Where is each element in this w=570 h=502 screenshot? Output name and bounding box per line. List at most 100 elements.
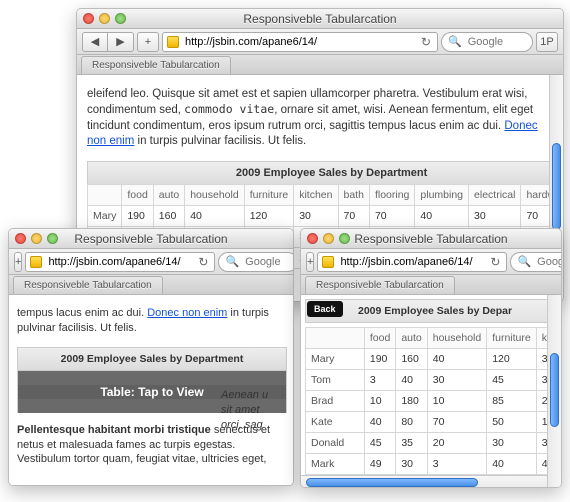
cell: 160: [396, 349, 427, 370]
cell: 30: [427, 370, 486, 391]
add-button[interactable]: +: [137, 32, 159, 52]
vertical-scrollbar[interactable]: [547, 295, 561, 488]
scrollbar-thumb[interactable]: [550, 353, 559, 427]
reload-icon[interactable]: ↻: [196, 255, 210, 269]
table-caption: 2009 Employee Sales by Depar: [305, 299, 561, 323]
cell: 40: [364, 412, 395, 433]
row-header: Brad: [306, 391, 365, 412]
scrollbar-thumb[interactable]: [552, 143, 561, 230]
address-bar[interactable]: ↻: [317, 252, 507, 272]
horizontal-scrollbar[interactable]: [301, 475, 547, 488]
toolbar: + ↻ 🔍 »: [301, 249, 561, 275]
address-bar[interactable]: ↻: [25, 252, 215, 272]
url-input[interactable]: [183, 35, 415, 49]
row-header: Mary: [306, 349, 365, 370]
cell: 30: [487, 433, 537, 454]
lorem-paragraph: tempus lacus enim ac dui. Donec non enim…: [17, 306, 287, 336]
cell: 35: [396, 433, 427, 454]
back-button[interactable]: Back: [307, 301, 343, 317]
close-icon[interactable]: [307, 233, 318, 244]
col-header: household: [427, 328, 486, 349]
search-box[interactable]: 🔍: [441, 32, 533, 52]
titlebar[interactable]: Responsiveble Tabularcation: [77, 9, 563, 29]
row-header: Donald: [306, 433, 365, 454]
row-header: Mary: [88, 206, 122, 227]
favicon-icon: [322, 256, 334, 268]
url-input[interactable]: [46, 255, 192, 269]
cell: 160: [153, 206, 184, 227]
browser-window-narrow: Responsiveble Tabularcation + ↻ 🔍 » Resp…: [8, 228, 294, 486]
titlebar[interactable]: Responsiveble Tabularcation: [9, 229, 293, 249]
employee-table-full: foodautohouseholdfurniturekitchenbathflo…: [305, 327, 561, 488]
onepassword-button[interactable]: 1P: [536, 32, 558, 52]
search-box[interactable]: 🔍: [510, 252, 562, 272]
back-button[interactable]: ◀: [82, 32, 108, 52]
traffic-lights: [83, 13, 126, 24]
cell: 120: [487, 349, 537, 370]
add-button[interactable]: +: [14, 252, 22, 272]
search-input[interactable]: [535, 255, 562, 269]
address-bar[interactable]: ↻: [162, 32, 438, 52]
row-header: Kate: [306, 412, 365, 433]
table-row: Mark4930340403070: [306, 454, 562, 475]
cell: 30: [294, 206, 338, 227]
cell: 45: [487, 370, 537, 391]
cell: 10: [427, 391, 486, 412]
browser-window-table: Responsiveble Tabularcation + ↻ 🔍 » Resp…: [300, 228, 562, 488]
search-box[interactable]: 🔍: [218, 252, 294, 272]
cell: 49: [364, 454, 395, 475]
titlebar[interactable]: Responsiveble Tabularcation: [301, 229, 561, 249]
cell: 3: [427, 454, 486, 475]
zoom-icon[interactable]: [47, 233, 58, 244]
cell: 120: [244, 206, 294, 227]
zoom-icon[interactable]: [115, 13, 126, 24]
cell: 70: [369, 206, 414, 227]
cell: 40: [185, 206, 244, 227]
scrollbar-thumb[interactable]: [306, 478, 478, 487]
minimize-icon[interactable]: [323, 233, 334, 244]
cell: 3: [364, 370, 395, 391]
cell: 40: [487, 454, 537, 475]
search-input[interactable]: [243, 255, 294, 269]
col-header: food: [364, 328, 395, 349]
page-content: tempus lacus enim ac dui. Donec non enim…: [9, 295, 293, 486]
col-header: household: [185, 185, 244, 206]
reload-icon[interactable]: ↻: [488, 255, 502, 269]
col-header: bath: [338, 185, 369, 206]
cell: 85: [487, 391, 537, 412]
reload-icon[interactable]: ↻: [419, 35, 433, 49]
forward-button[interactable]: ▶: [108, 32, 134, 52]
cell: 190: [122, 206, 153, 227]
close-icon[interactable]: [15, 233, 26, 244]
tab-main[interactable]: Responsiveble Tabularcation: [13, 276, 163, 294]
minimize-icon[interactable]: [99, 13, 110, 24]
table-row: Donald45352030305070: [306, 433, 562, 454]
tab-main[interactable]: Responsiveble Tabularcation: [305, 276, 455, 294]
zoom-icon[interactable]: [339, 233, 350, 244]
table-row: Mary19016040120307070: [306, 349, 562, 370]
table-row: Tom3403045354970: [306, 370, 562, 391]
col-header: plumbing: [415, 185, 469, 206]
search-icon: 🔍: [517, 255, 531, 268]
url-input[interactable]: [338, 255, 484, 269]
toolbar: + ↻ 🔍 »: [9, 249, 293, 275]
page-content: Back 2009 Employee Sales by Depar foodau…: [301, 295, 561, 488]
cell: 70: [338, 206, 369, 227]
add-button[interactable]: +: [306, 252, 314, 272]
cell: 40: [396, 370, 427, 391]
tab-bar: Responsiveble Tabularcation: [301, 275, 561, 295]
minimize-icon[interactable]: [31, 233, 42, 244]
clipped-text: Aenean u sit amet orci, sag: [221, 373, 287, 432]
close-icon[interactable]: [83, 13, 94, 24]
table-caption: 2009 Employee Sales by Department: [87, 161, 563, 184]
favicon-icon: [167, 36, 179, 48]
col-header: furniture: [244, 185, 294, 206]
toolbar: ◀ ▶ + ↻ 🔍 1P: [77, 29, 563, 55]
cell: 45: [364, 433, 395, 454]
link-donec[interactable]: Donec non enim: [147, 307, 227, 319]
cell: 50: [487, 412, 537, 433]
favicon-icon: [30, 256, 42, 268]
tab-main[interactable]: Responsiveble Tabularcation: [81, 56, 231, 74]
lorem-paragraph: eleifend leo. Quisque sit amet est et sa…: [87, 87, 555, 150]
col-header: food: [122, 185, 153, 206]
